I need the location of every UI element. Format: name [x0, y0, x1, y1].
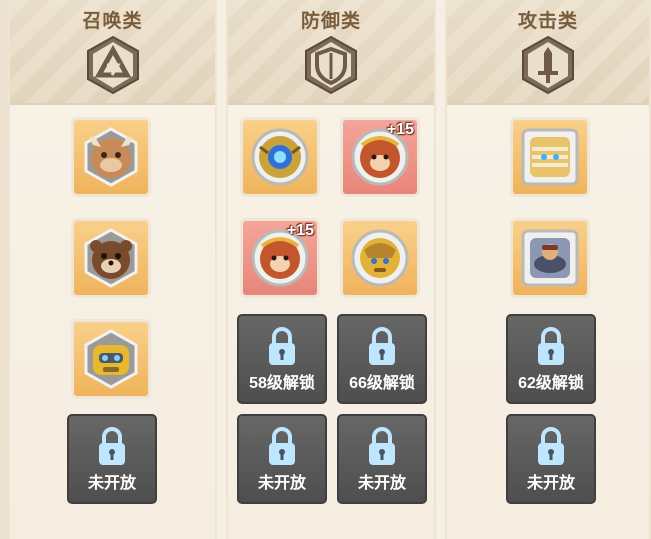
lock-label: 62级解锁 [518, 375, 584, 392]
upgrade-level-badge: +15 [386, 121, 414, 138]
sword-icon [522, 35, 574, 95]
blue-orb-guardian-hero-icon [251, 128, 309, 186]
lock-icon [269, 327, 295, 365]
attack-category-panel: 攻击类 62级解锁 未开放 [445, 0, 651, 539]
lock-icon [99, 427, 125, 465]
summon-category-panel: 召唤类 未开放 [8, 0, 217, 539]
hero-slot[interactable] [71, 218, 151, 298]
shield-icon [305, 35, 357, 95]
locked-slot: 未开放 [67, 414, 157, 504]
upgrade-level-badge: +15 [286, 222, 314, 239]
locked-slot: 62级解锁 [506, 314, 596, 404]
locked-slot: 66级解锁 [337, 314, 427, 404]
locked-slot: 58级解锁 [237, 314, 327, 404]
triangle-symbol-icon [86, 35, 139, 95]
bear-hero-icon [84, 228, 138, 288]
lock-label: 未开放 [257, 475, 306, 492]
locked-slot: 未开放 [237, 414, 327, 504]
lock-label: 未开放 [87, 475, 136, 492]
mech-rider-hero-icon [521, 229, 579, 287]
mummy-hero-icon [521, 128, 579, 186]
hero-slot[interactable] [510, 117, 590, 197]
lock-icon [538, 427, 564, 465]
background-edge [0, 0, 8, 539]
hero-slot[interactable] [510, 218, 590, 298]
locked-slot: 未开放 [337, 414, 427, 504]
panel-title: 召唤类 [82, 11, 143, 32]
hero-slot[interactable] [71, 117, 151, 197]
hero-slot[interactable] [71, 319, 151, 399]
lock-icon [269, 427, 295, 465]
hero-slot[interactable] [240, 117, 320, 197]
panel-header: 召唤类 [10, 0, 215, 105]
lock-icon [369, 327, 395, 365]
lock-label: 66级解锁 [349, 375, 415, 392]
defense-category-panel: 防御类 +15 +15 58级解锁 66级解锁 未开放 未开放 [226, 0, 436, 539]
lock-label: 58级解锁 [249, 375, 315, 392]
panel-header: 防御类 [228, 0, 434, 105]
golden-armor-hero-icon [351, 229, 409, 287]
lock-icon [369, 427, 395, 465]
panel-title: 防御类 [300, 11, 361, 32]
hero-slot[interactable] [340, 218, 420, 298]
locked-slot: 未开放 [506, 414, 596, 504]
lock-label: 未开放 [526, 475, 575, 492]
lock-label: 未开放 [357, 475, 406, 492]
hero-slot[interactable]: +15 [240, 218, 320, 298]
panel-header: 攻击类 [447, 0, 649, 105]
mech-bear-hero-icon [84, 329, 138, 389]
panel-title: 攻击类 [517, 11, 578, 32]
lock-icon [538, 327, 564, 365]
hero-slot[interactable]: +15 [340, 117, 420, 197]
bull-warrior-hero-icon [84, 127, 138, 187]
